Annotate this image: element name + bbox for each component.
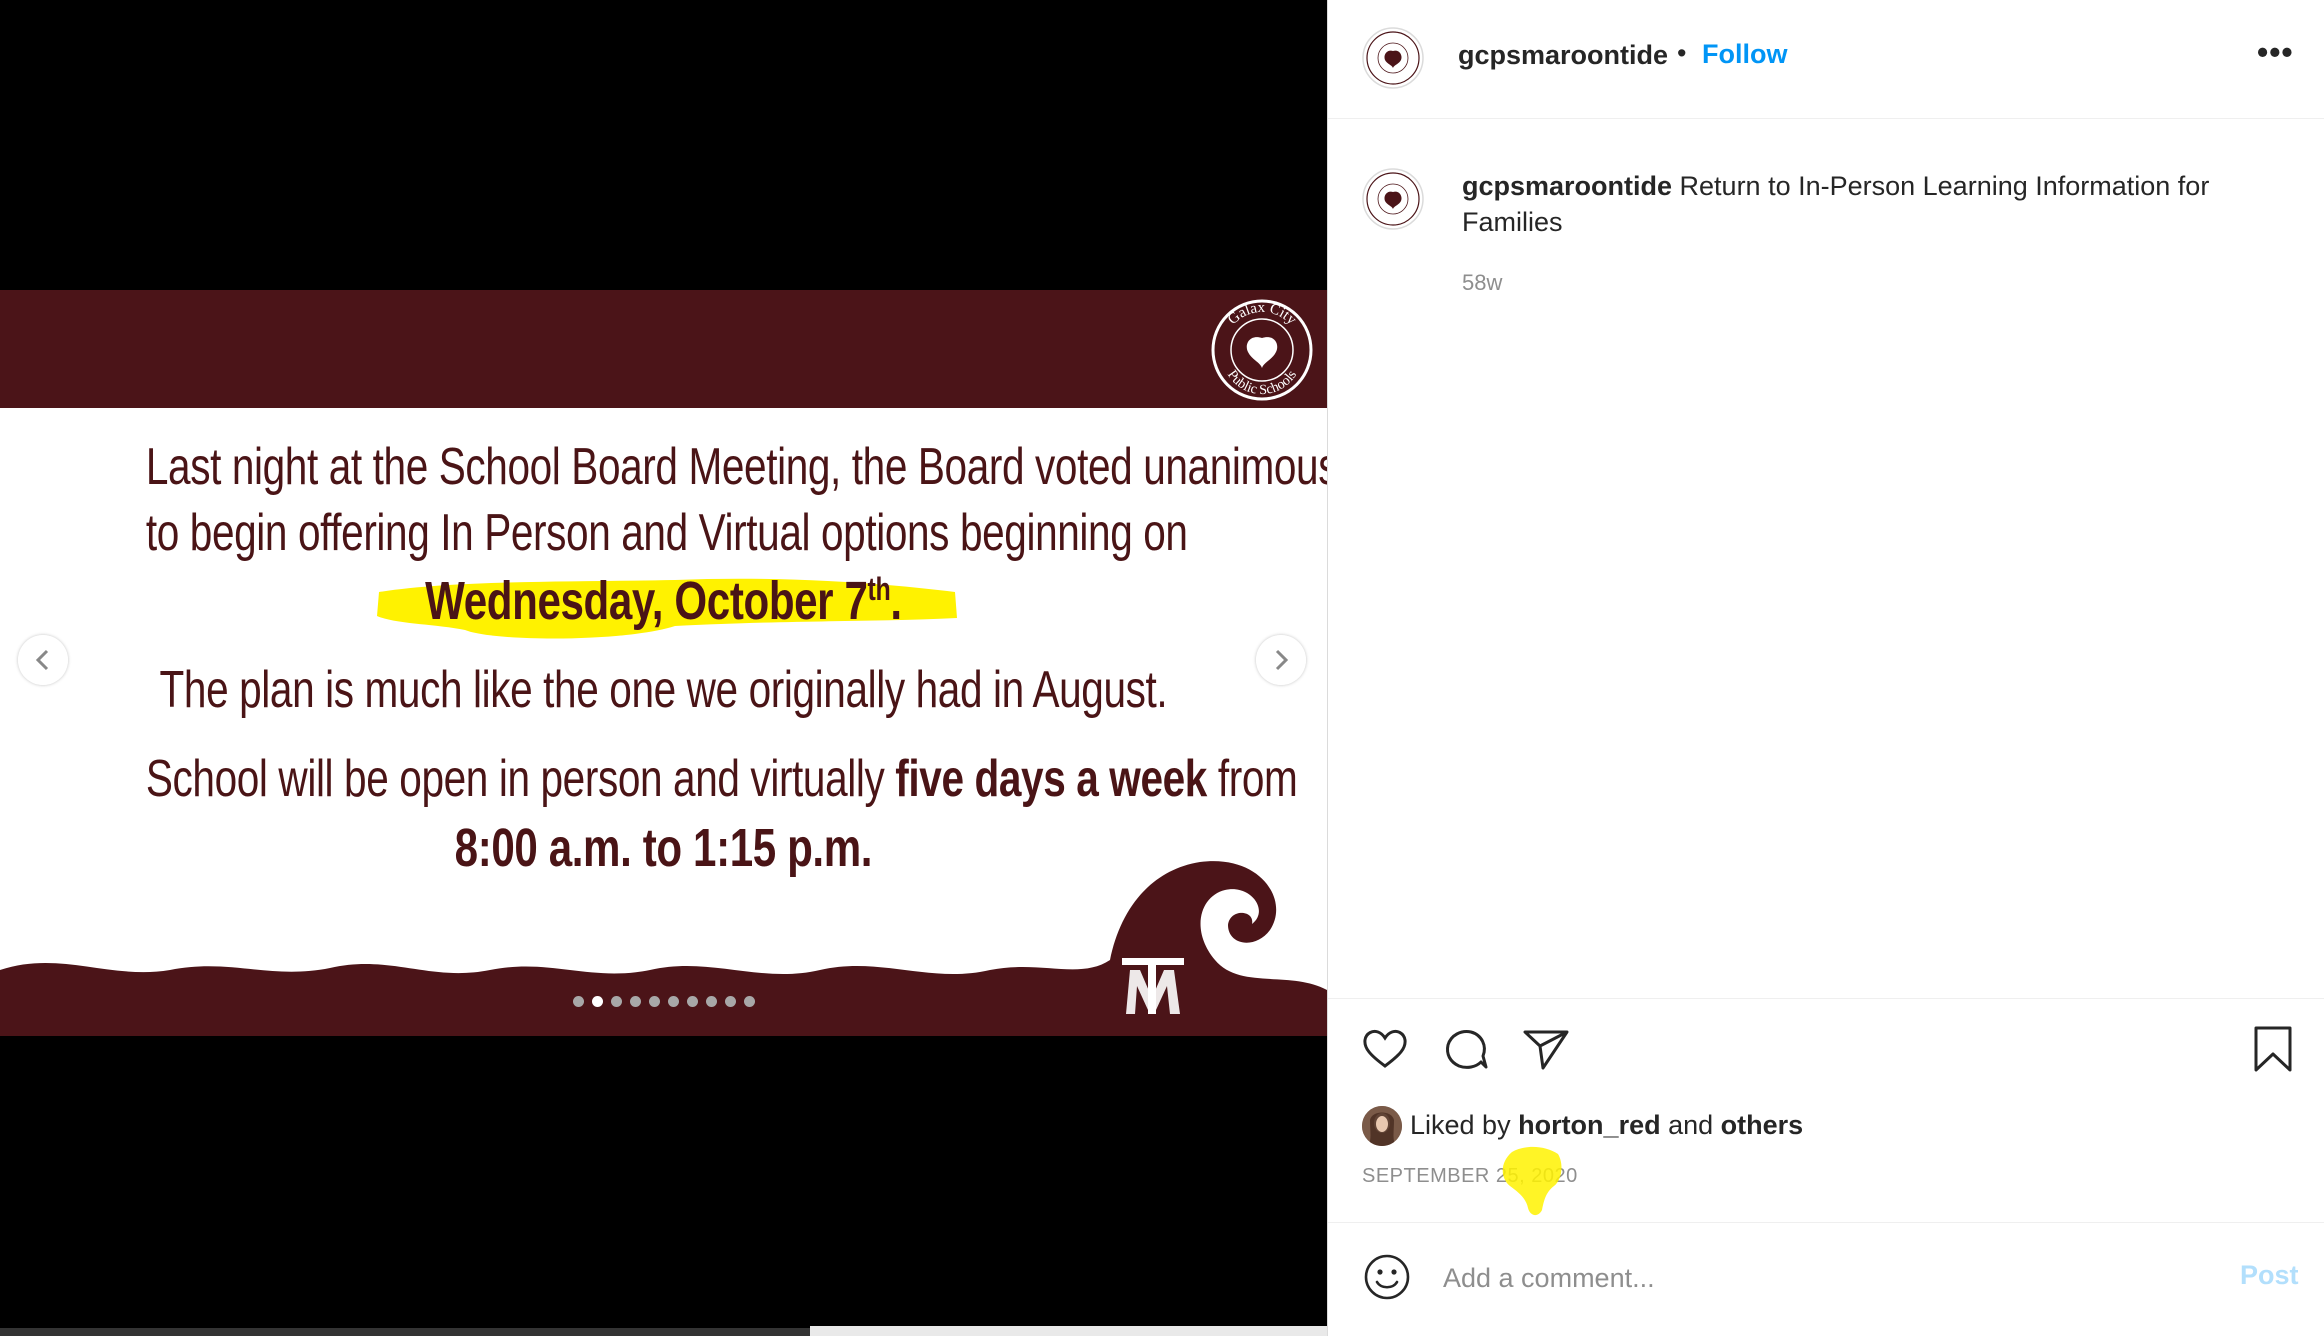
carousel-dot[interactable] (648, 996, 660, 1007)
comment-input[interactable] (1441, 1256, 2145, 1300)
school-seal-logo: Galax City Public Schools (1211, 299, 1313, 401)
divider (1328, 998, 2324, 999)
liked-by-others[interactable]: others (1721, 1110, 1804, 1140)
slide-text-line5-bold: five days a week (895, 750, 1207, 808)
chevron-right-icon (1275, 649, 1289, 671)
post-comment-button[interactable]: Post (2240, 1260, 2299, 1291)
bottom-strip-light (810, 1326, 1327, 1336)
liker-username[interactable]: horton_red (1518, 1110, 1661, 1140)
liker-avatar-image (1362, 1106, 1402, 1146)
carousel-dot[interactable] (743, 996, 755, 1007)
profile-avatar[interactable] (1362, 27, 1424, 89)
carousel-dot[interactable] (610, 996, 622, 1007)
slide-text-line5-c: from (1206, 750, 1298, 808)
chevron-left-icon (35, 649, 49, 671)
divider (1328, 1222, 2324, 1223)
carousel-dot[interactable] (724, 996, 736, 1007)
post-header: gcpsmaroontide • Follow ••• (1328, 0, 2324, 119)
carousel-dots (0, 994, 1327, 1010)
slide-image: Galax City Public Schools Last night at … (0, 290, 1327, 1036)
post-media: Galax City Public Schools Last night at … (0, 0, 1327, 1336)
slide-text-line1: Last night at the School Board Meeting, … (145, 438, 1327, 496)
carousel-dot[interactable] (572, 996, 584, 1007)
year-highlight-mark (1502, 1146, 1562, 1216)
slide-date-suffix: th (867, 571, 891, 607)
caption-username[interactable]: gcpsmaroontide (1462, 171, 1672, 201)
paper-plane-icon[interactable] (1521, 1024, 1571, 1074)
bookmark-icon[interactable] (2248, 1024, 2298, 1074)
liker-avatar[interactable] (1362, 1106, 1402, 1146)
carousel-dot[interactable] (705, 996, 717, 1007)
liked-by-prefix: Liked by (1410, 1110, 1519, 1140)
smiley-icon[interactable] (1362, 1252, 1412, 1302)
likes-summary: Liked by horton_red and others (1410, 1110, 1803, 1141)
slide-date: Wednesday, October 7 (425, 571, 868, 631)
slide-date-line: Wednesday, October 7th. (146, 570, 1181, 632)
slide-text-line4: The plan is much like the one we origina… (159, 661, 1168, 719)
post-sidebar: gcpsmaroontide • Follow ••• gcpsmaroonti… (1327, 0, 2324, 1336)
follow-button[interactable]: Follow (1702, 39, 1787, 70)
tm-logo-text: TM (1118, 950, 1120, 951)
post-caption: gcpsmaroontide Return to In-Person Learn… (1462, 168, 2262, 240)
liked-by-and: and (1660, 1110, 1721, 1140)
slide-text-line5-a: School will be open in person and virtua… (145, 750, 896, 808)
caption-avatar[interactable] (1362, 168, 1424, 230)
carousel-dot[interactable] (591, 996, 603, 1007)
heart-icon[interactable] (1360, 1024, 1410, 1074)
header-separator: • (1677, 38, 1687, 68)
comment-bubble-icon[interactable] (1441, 1024, 1491, 1074)
carousel-dot[interactable] (686, 996, 698, 1007)
carousel-dot[interactable] (667, 996, 679, 1007)
slide-date-period: . (890, 571, 902, 631)
header-username[interactable]: gcpsmaroontide (1458, 40, 1668, 71)
more-options-icon[interactable]: ••• (2257, 34, 2294, 71)
carousel-next-button[interactable] (1256, 635, 1306, 685)
carousel-dot[interactable] (629, 996, 641, 1007)
slide-header-band (0, 290, 1327, 408)
caption-timestamp[interactable]: 58w (1462, 270, 1502, 296)
slide-text-line2: to begin offering In Person and Virtual … (145, 504, 1188, 562)
slide-text-line5: School will be open in person and virtua… (145, 749, 1298, 809)
carousel-prev-button[interactable] (18, 635, 68, 685)
